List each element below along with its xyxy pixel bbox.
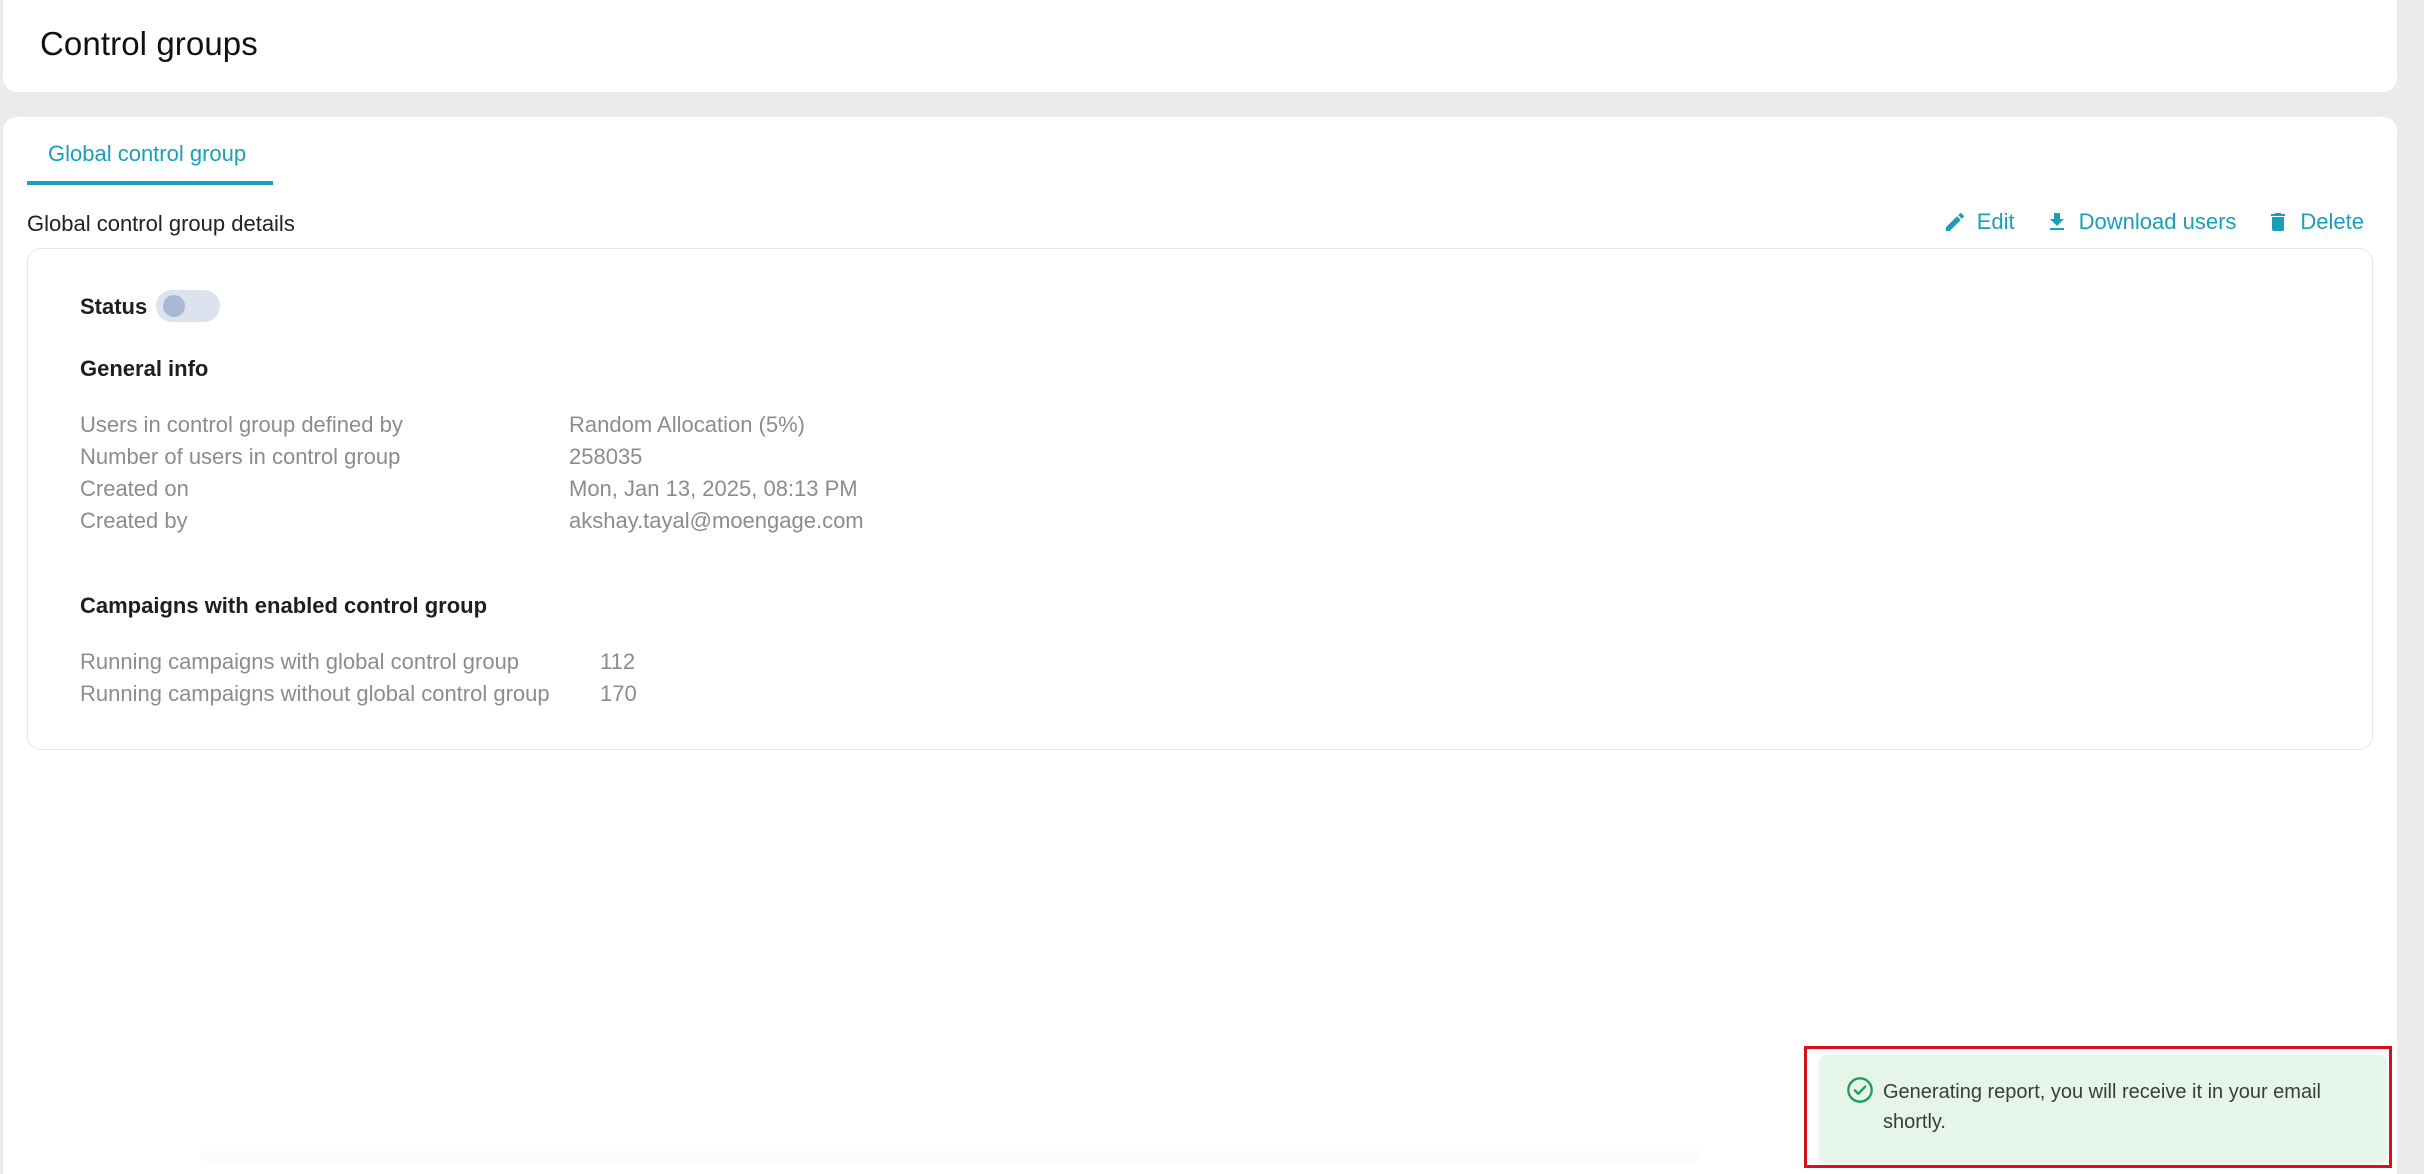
status-toggle[interactable] xyxy=(156,290,220,322)
campaign-value: 112 xyxy=(600,649,636,674)
trash-icon xyxy=(2266,210,2290,234)
main-panel: Global control group Global control grou… xyxy=(3,117,2397,1174)
page-header: Control groups xyxy=(3,0,2397,92)
info-key: Created on xyxy=(80,476,189,501)
actions-toolbar: Edit Download users Delete xyxy=(1943,209,2364,235)
download-users-button[interactable]: Download users xyxy=(2045,209,2237,235)
download-users-label: Download users xyxy=(2078,209,2237,234)
download-icon xyxy=(2045,210,2069,234)
toast-highlight-box xyxy=(1804,1046,2392,1168)
status-label: Status xyxy=(80,294,148,319)
info-value: Mon, Jan 13, 2025, 08:13 PM xyxy=(569,476,858,501)
delete-label: Delete xyxy=(2300,209,2364,234)
info-value: Random Allocation (5%) xyxy=(569,412,806,437)
tab-label: Global control group xyxy=(48,141,247,166)
tab-global-control-group[interactable]: Global control group xyxy=(27,117,273,185)
info-value: 258035 xyxy=(569,444,643,469)
details-card: Status General info Users in control gro… xyxy=(27,248,2373,750)
section-title: Global control group details xyxy=(27,211,295,236)
bottom-shadow xyxy=(200,1143,1700,1163)
campaigns-heading: Campaigns with enabled control group xyxy=(80,593,488,618)
info-key: Created by xyxy=(80,508,188,533)
general-info-heading: General info xyxy=(80,356,209,381)
info-value: akshay.tayal@moengage.com xyxy=(569,508,864,533)
campaign-value: 170 xyxy=(600,681,637,706)
info-key: Users in control group defined by xyxy=(80,412,403,437)
delete-button[interactable]: Delete xyxy=(2266,209,2364,235)
campaign-key: Running campaigns with global control gr… xyxy=(80,649,520,674)
info-key: Number of users in control group xyxy=(80,444,401,469)
toggle-knob xyxy=(163,295,185,317)
pencil-icon xyxy=(1943,210,1967,234)
page-title: Control groups xyxy=(40,25,258,62)
edit-label: Edit xyxy=(1976,209,2015,234)
campaign-key: Running campaigns without global control… xyxy=(80,681,550,706)
edit-button[interactable]: Edit xyxy=(1943,209,2015,235)
